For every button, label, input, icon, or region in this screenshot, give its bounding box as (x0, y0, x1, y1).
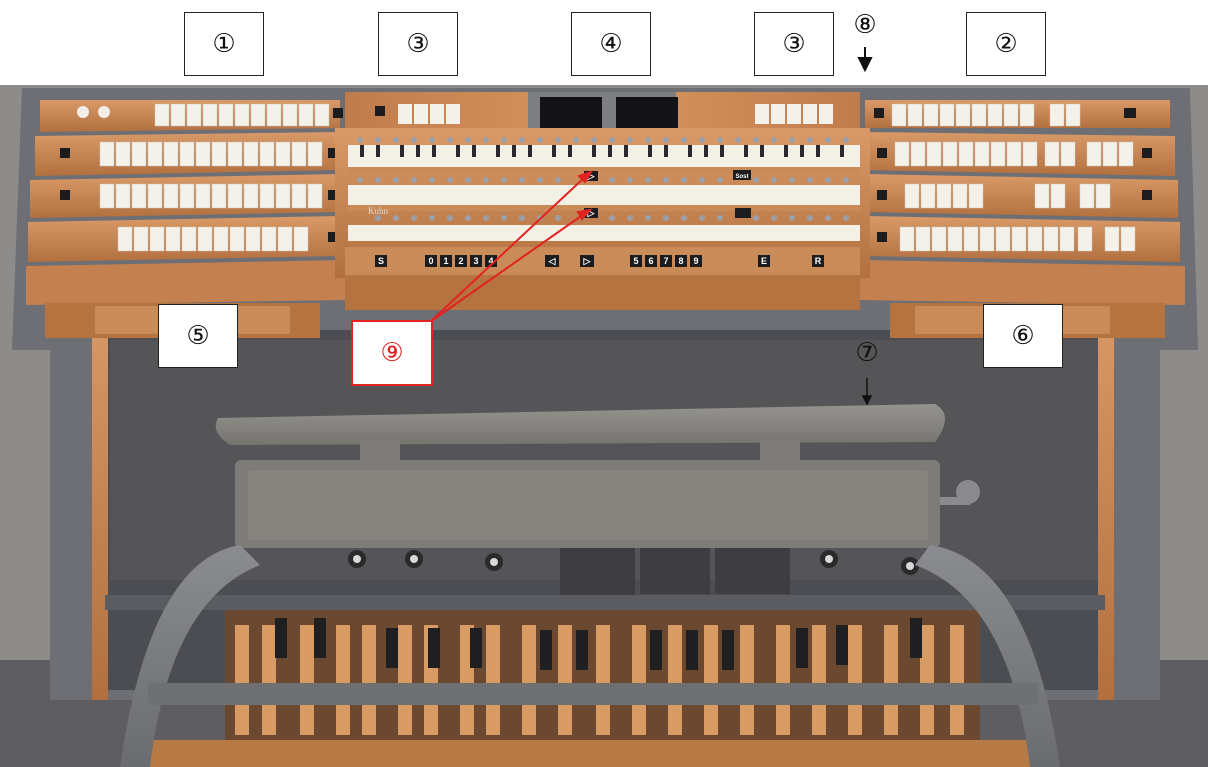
svg-text:0: 0 (428, 256, 433, 266)
label-3-right: ③ (754, 12, 834, 76)
organ-console-photo: ▷ ▷ Sost Kuhn S 0 1 2 3 4 ◁ ▷ 5 6 7 8 9 … (0, 47, 1208, 767)
svg-text:R: R (815, 256, 822, 266)
svg-text:8: 8 (678, 256, 683, 266)
label-1: ① (184, 12, 264, 76)
bench-crossbar (148, 683, 1038, 705)
svg-text:E: E (761, 256, 767, 266)
svg-text:7: 7 (663, 256, 668, 266)
svg-text:6: 6 (648, 256, 653, 266)
label-2: ② (966, 12, 1046, 76)
svg-text:5: 5 (633, 256, 638, 266)
svg-text:◁: ◁ (548, 256, 557, 266)
svg-text:1: 1 (443, 256, 448, 266)
organ-console-figure: ▷ ▷ Sost Kuhn S 0 1 2 3 4 ◁ ▷ 5 6 7 8 9 … (0, 0, 1208, 767)
swell-pedal-3 (715, 548, 790, 594)
svg-text:9: 9 (693, 256, 698, 266)
swell-pedal-2 (640, 548, 710, 594)
label-7: ⑦ (855, 338, 879, 368)
svg-text:▷: ▷ (583, 256, 592, 266)
label-3-left: ③ (378, 12, 458, 76)
label-6: ⑥ (983, 304, 1063, 368)
label-9: ⑨ (351, 320, 433, 386)
set-label-upper: Sost (735, 174, 748, 180)
label-8: ⑧ (853, 10, 877, 40)
brand-plate: Kuhn (368, 206, 388, 216)
piston-S: S (378, 256, 384, 266)
svg-text:3: 3 (473, 256, 478, 266)
label-4: ④ (571, 12, 651, 76)
svg-text:2: 2 (458, 256, 463, 266)
label-5: ⑤ (158, 304, 238, 368)
annotation-arrow-8 (857, 47, 873, 73)
